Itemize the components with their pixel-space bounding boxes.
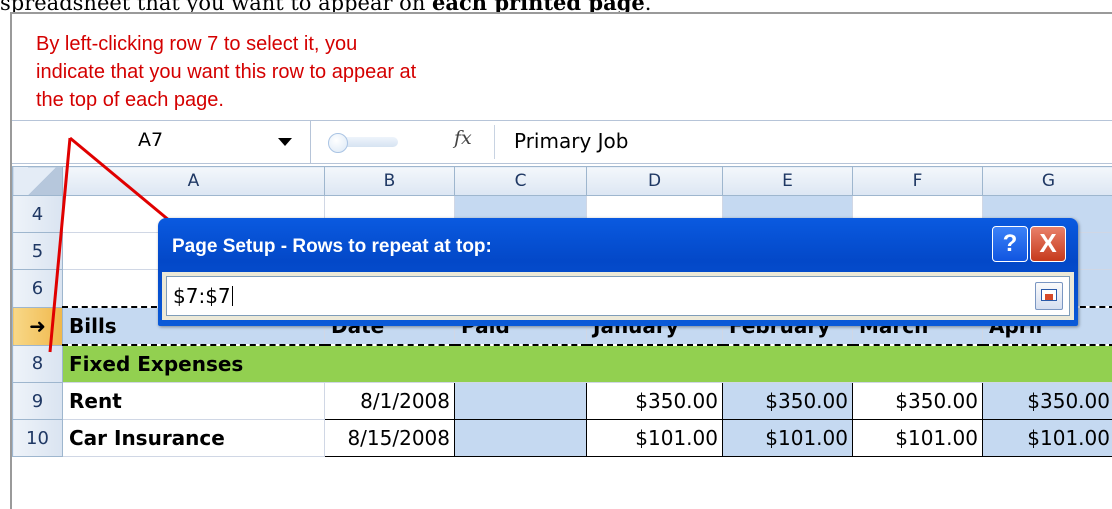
column-header-e[interactable]: E (723, 167, 853, 196)
row-header-9[interactable]: 9 (13, 383, 63, 420)
annotation-line-3: the top of each page. (36, 86, 416, 114)
name-box-value: A7 (138, 129, 163, 151)
cell-rent-april[interactable]: $350.00 (983, 383, 1112, 420)
formula-bar: A7 fx Primary Job (12, 120, 1112, 164)
name-box-dropdown-icon[interactable] (278, 138, 292, 146)
cell-rent-january[interactable]: $350.00 (587, 383, 723, 420)
table-row: 9 Rent 8/1/2008 $350.00 $350.00 $350.00 … (13, 383, 1112, 420)
column-header-row: A B C D E F G (13, 167, 1112, 196)
dialog-title: Page Setup - Rows to repeat at top: (172, 236, 492, 258)
rows-to-repeat-value: $7:$7 (173, 284, 233, 308)
close-button[interactable]: X (1030, 226, 1066, 262)
intro-text-end: . (645, 0, 652, 12)
help-button[interactable]: ? (992, 226, 1028, 262)
cell-car-insurance-january[interactable]: $101.00 (587, 420, 723, 457)
annotation-line-1: By left-clicking row 7 to select it, you (36, 30, 416, 58)
cell-rent-paid[interactable] (455, 383, 587, 420)
cell-rent-date[interactable]: 8/1/2008 (325, 383, 455, 420)
table-row: 8 Fixed Expenses (13, 345, 1112, 383)
column-header-f[interactable]: F (853, 167, 983, 196)
formula-bar-divider (494, 125, 495, 159)
cell-car-insurance-march[interactable]: $101.00 (853, 420, 983, 457)
column-header-c[interactable]: C (455, 167, 587, 196)
cell-rent-label[interactable]: Rent (63, 383, 325, 420)
annotation-callout: By left-clicking row 7 to select it, you… (36, 30, 416, 114)
rows-to-repeat-input[interactable]: $7:$7 (166, 276, 1070, 316)
row-header-10[interactable]: 10 (13, 420, 63, 457)
column-header-d[interactable]: D (587, 167, 723, 196)
row-header-5[interactable]: 5 (13, 233, 63, 270)
page-setup-dialog: Page Setup - Rows to repeat at top: ? X … (158, 218, 1078, 326)
formula-bar-value[interactable]: Primary Job (514, 129, 628, 153)
formula-bar-resize-handle[interactable] (316, 131, 462, 153)
intro-text-start: spreadsheet that you want to appear on (0, 0, 432, 12)
rows-to-repeat-text: $7:$7 (173, 284, 231, 308)
fixed-expenses-cell[interactable]: Fixed Expenses (63, 345, 1112, 383)
column-header-a[interactable]: A (63, 167, 325, 196)
right-arrow-icon: ➜ (29, 314, 46, 338)
text-caret (232, 286, 233, 306)
formula-bar-grip-circle (328, 133, 348, 153)
name-box[interactable]: A7 (12, 121, 311, 163)
cell-rent-february[interactable]: $350.00 (723, 383, 853, 420)
row-header-7[interactable]: ➜ (13, 307, 63, 345)
cell-car-insurance-paid[interactable] (455, 420, 587, 457)
fx-icon[interactable]: fx (454, 127, 472, 149)
column-header-b[interactable]: B (325, 167, 455, 196)
intro-text: spreadsheet that you want to appear on e… (0, 0, 1112, 12)
row-header-6[interactable]: 6 (13, 270, 63, 308)
collapse-dialog-icon-arrow (1045, 294, 1053, 300)
table-row: 10 Car Insurance 8/15/2008 $101.00 $101.… (13, 420, 1112, 457)
annotation-line-2: indicate that you want this row to appea… (36, 58, 416, 86)
row-header-4[interactable]: 4 (13, 196, 63, 233)
intro-text-bold: each printed page (432, 0, 645, 12)
select-all-corner[interactable] (13, 167, 63, 196)
row-header-8[interactable]: 8 (13, 345, 63, 383)
collapse-dialog-icon[interactable] (1035, 282, 1063, 310)
cell-car-insurance-april[interactable]: $101.00 (983, 420, 1112, 457)
cell-car-insurance-date[interactable]: 8/15/2008 (325, 420, 455, 457)
cell-car-insurance-february[interactable]: $101.00 (723, 420, 853, 457)
cell-rent-march[interactable]: $350.00 (853, 383, 983, 420)
dialog-body: $7:$7 (162, 272, 1074, 320)
excel-screenshot: By left-clicking row 7 to select it, you… (10, 12, 1112, 509)
column-header-g[interactable]: G (983, 167, 1112, 196)
cell-car-insurance-label[interactable]: Car Insurance (63, 420, 325, 457)
